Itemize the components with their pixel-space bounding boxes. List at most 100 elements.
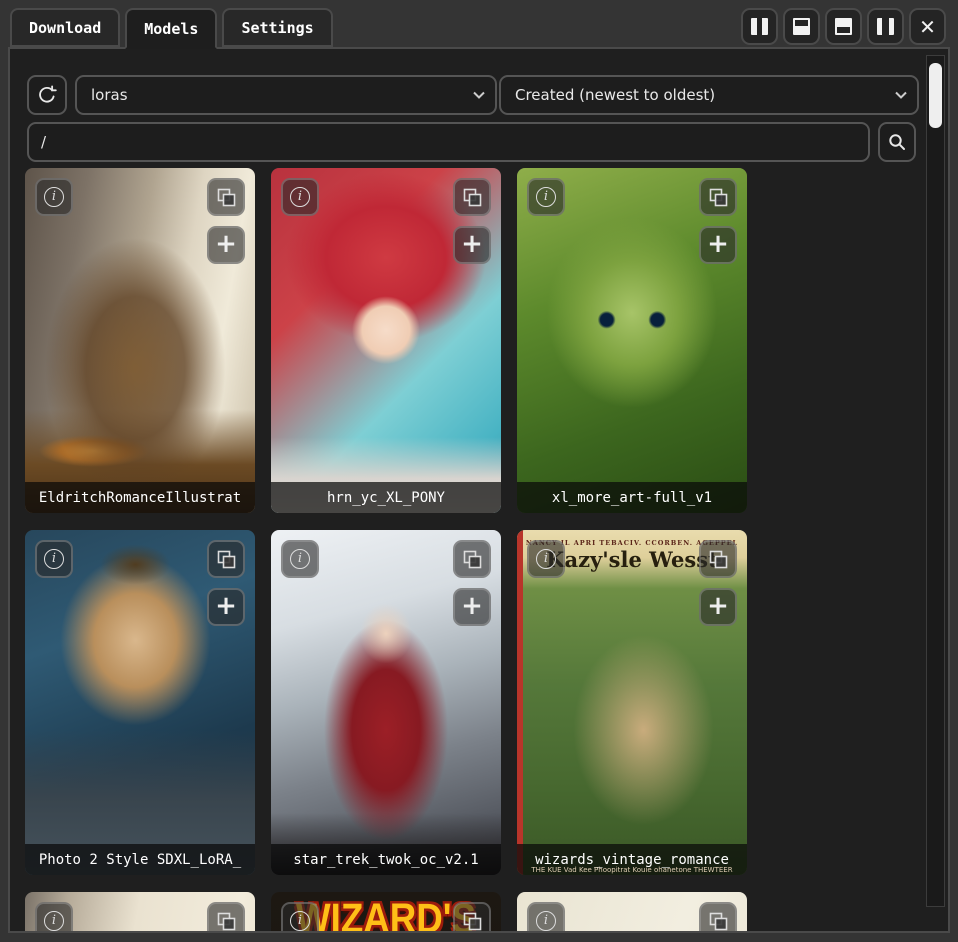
copy-icon [708,187,729,208]
tab-settings-label: Settings [241,19,313,37]
info-button[interactable]: i [527,540,565,578]
copy-button[interactable] [699,902,737,933]
tab-download[interactable]: Download [10,8,120,47]
sort-select[interactable]: Created (newest to oldest) [499,75,919,115]
add-button[interactable]: + [207,588,245,626]
model-image [271,168,501,513]
model-image: NANCY IL APRI TEBACIV. CCORBEN. AGEPPEL … [517,530,747,875]
info-icon: i [536,549,556,569]
info-button[interactable]: i [281,902,319,933]
model-name-bar: star_trek_twok_oc_v2.1 [271,844,501,875]
model-name: Photo 2 Style SDXL_LoRA_ [39,852,241,868]
tab-settings[interactable]: Settings [222,8,332,47]
info-icon: i [290,911,310,931]
info-button[interactable]: i [281,178,319,216]
info-button[interactable]: i [527,178,565,216]
model-card-star_trek_twok_oc_v2.1[interactable]: i + star_trek_twok_oc_v2.1 [271,530,501,875]
models-panel: loras Created (newest to oldest) i [8,47,950,933]
refresh-button[interactable] [27,75,67,115]
info-button[interactable]: i [35,178,73,216]
layout-split-vertical-button[interactable] [741,8,778,45]
refresh-icon [36,84,58,106]
layout-top-panel-button[interactable] [783,8,820,45]
layout-center-panel-button[interactable] [867,8,904,45]
model-name: hrn_yc_XL_PONY [327,490,445,506]
info-button[interactable]: i [527,902,565,933]
copy-button[interactable] [453,178,491,216]
add-button[interactable]: + [207,226,245,264]
copy-button[interactable] [207,902,245,933]
info-icon: i [290,187,310,207]
layout-center-panel-icon [877,18,894,35]
model-image [517,168,747,513]
model-card-EldritchRomanceIllustrat[interactable]: i + EldritchRomanceIllustrat [25,168,255,513]
model-name-bar: EldritchRomanceIllustrat [25,482,255,513]
model-image [25,168,255,513]
add-button[interactable]: + [699,588,737,626]
copy-button[interactable] [699,178,737,216]
model-type-select[interactable]: loras [75,75,497,115]
model-type-select-wrap: loras [75,75,497,115]
info-icon: i [44,187,64,207]
model-card-wizards-title[interactable]: WIZARD'S i + [271,892,501,933]
plus-icon: + [215,593,237,619]
tab-bar: Download Models Settings [10,8,333,49]
image-caption-bottom: THE KUE Vad Kee Phoopitrat Kouie ohaneto… [517,866,747,874]
scrollbar-thumb[interactable] [929,63,942,128]
model-name-bar: xl_more_art-full_v1 [517,482,747,513]
sort-select-wrap: Created (newest to oldest) [499,75,919,115]
copy-button[interactable] [699,540,737,578]
copy-icon [216,187,237,208]
copy-button[interactable] [453,902,491,933]
info-icon: i [536,187,556,207]
add-button[interactable]: + [453,226,491,264]
scrollbar[interactable] [926,55,945,907]
close-button[interactable]: ✕ [909,8,946,45]
copy-icon [216,911,237,932]
copy-icon [462,187,483,208]
info-button[interactable]: i [35,902,73,933]
close-icon: ✕ [919,17,936,37]
add-button[interactable]: + [699,226,737,264]
model-name: star_trek_twok_oc_v2.1 [293,852,478,868]
model-card-xl_more_art-full_v1[interactable]: i + xl_more_art-full_v1 [517,168,747,513]
info-icon: i [290,549,310,569]
info-button[interactable]: i [281,540,319,578]
tab-models-label: Models [144,20,198,38]
model-grid: i + EldritchRomanceIllustrat i [25,168,767,933]
copy-button[interactable] [207,178,245,216]
page: { "window": { "tabs": [ {"label": "Downl… [0,0,958,942]
model-image [25,530,255,875]
add-button[interactable]: + [453,588,491,626]
layout-bottom-panel-icon [835,18,852,35]
model-card-hrn_yc_XL_PONY[interactable]: i + hrn_yc_XL_PONY [271,168,501,513]
layout-top-panel-icon [793,18,810,35]
copy-button[interactable] [453,540,491,578]
layout-split-vertical-icon [751,18,768,35]
search-button[interactable] [878,122,916,162]
copy-icon [216,549,237,570]
model-name: xl_more_art-full_v1 [552,490,712,506]
info-button[interactable]: i [35,540,73,578]
info-icon: i [536,911,556,931]
model-search-input[interactable] [27,122,870,162]
copy-icon [462,911,483,932]
model-card-Photo 2 Style SDXL_LoRA_[interactable]: i + Photo 2 Style SDXL_LoRA_ [25,530,255,875]
model-card-wizards_vintage_romance[interactable]: NANCY IL APRI TEBACIV. CCORBEN. AGEPPEL … [517,530,747,875]
model-name-bar: Photo 2 Style SDXL_LoRA_ [25,844,255,875]
model-image [271,530,501,875]
layout-bottom-panel-button[interactable] [825,8,862,45]
search-icon [887,132,907,152]
model-card-partial-floral[interactable]: i + [517,892,747,933]
info-icon: i [44,911,64,931]
plus-icon: + [461,231,483,257]
tab-download-label: Download [29,19,101,37]
plus-icon: + [215,231,237,257]
plus-icon: + [707,231,729,257]
tab-models[interactable]: Models [125,8,217,49]
copy-button[interactable] [207,540,245,578]
copy-icon [708,549,729,570]
model-card-partial-cream[interactable]: i + [25,892,255,933]
plus-icon: + [461,593,483,619]
info-icon: i [44,549,64,569]
